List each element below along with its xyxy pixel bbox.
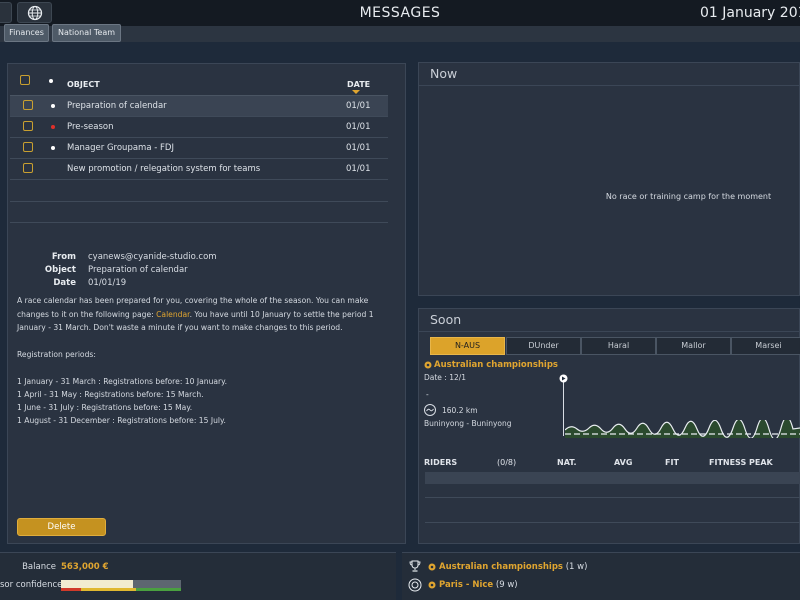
registration-heading: Registration periods:	[17, 350, 96, 359]
scale-high	[136, 588, 181, 591]
fitness-peak-header: FITNESS PEAK	[709, 458, 773, 467]
race-distance: 160.2 km	[442, 406, 478, 415]
registration-period: 1 January - 31 March : Registrations bef…	[17, 377, 227, 386]
message-object: Preparation of calendar	[67, 101, 167, 111]
fit-header: FIT	[665, 458, 679, 467]
upcoming-races-panel	[402, 552, 800, 600]
riders-count: (0/8)	[497, 458, 517, 467]
profile-start-line	[563, 378, 564, 436]
column-header-object[interactable]: OBJECT	[67, 80, 100, 89]
current-date: 01 January 2019	[700, 5, 800, 21]
message-body-paragraph: A race calendar has been prepared for yo…	[17, 294, 402, 335]
upcoming-race-weeks: (1 w)	[565, 562, 588, 572]
empty-row-divider	[10, 201, 388, 202]
message-date: 01/01	[346, 143, 371, 153]
upcoming-race[interactable]: Australian championships (1 w)	[439, 562, 587, 572]
race-tab-n-aus[interactable]: N-AUS	[430, 337, 505, 355]
registration-period: 1 April - 31 May : Registrations before:…	[17, 390, 204, 399]
date-value: 01/01/19	[88, 278, 127, 288]
scale-mid	[81, 588, 136, 591]
race-route: Buninyong - Buninyong	[424, 419, 512, 428]
race-name[interactable]: Australian championships	[434, 360, 558, 370]
column-header-date[interactable]: DATE	[347, 80, 370, 89]
upcoming-race-weeks: (9 w)	[495, 580, 518, 590]
race-date: Date : 12/1	[424, 373, 467, 382]
object-value: Preparation of calendar	[88, 265, 188, 275]
message-date: 01/01	[346, 122, 371, 132]
message-checkbox[interactable]	[23, 163, 33, 173]
page-title: MESSAGES	[359, 5, 441, 21]
message-checkbox[interactable]	[23, 121, 33, 131]
race-info-icon	[428, 581, 436, 589]
rider-row-divider	[425, 497, 800, 498]
upcoming-race[interactable]: Paris - Nice (9 w)	[439, 580, 518, 590]
finance-panel	[0, 552, 396, 600]
balance-label: Balance	[22, 562, 56, 572]
confidence-bar	[61, 580, 181, 588]
race-dash: -	[426, 390, 429, 399]
soon-divider	[418, 331, 800, 332]
race-tab-mallor[interactable]: Mallor	[656, 337, 731, 355]
message-row[interactable]: Preparation of calendar 01/01	[10, 96, 388, 117]
select-all-checkbox[interactable]	[20, 75, 30, 85]
now-empty-message: No race or training camp for the moment	[605, 192, 772, 201]
stage-race-icon	[408, 578, 422, 592]
now-title: Now	[430, 66, 458, 81]
globe-button[interactable]	[17, 2, 52, 23]
message-checkbox[interactable]	[23, 100, 33, 110]
date-label: Date	[53, 278, 76, 288]
nat-header: NAT.	[557, 458, 577, 467]
message-object: Pre-season	[67, 122, 114, 132]
unread-dot	[51, 146, 55, 150]
menu-button[interactable]	[0, 2, 12, 23]
message-row[interactable]: New promotion / relegation system for te…	[10, 159, 388, 180]
message-checkbox[interactable]	[23, 142, 33, 152]
confidence-bar-fill	[61, 580, 133, 588]
object-label: Object	[44, 265, 76, 275]
now-divider	[418, 85, 800, 86]
balance-value: 563,000 €	[61, 562, 109, 572]
unread-dot	[51, 104, 55, 108]
tab-national-team[interactable]: National Team	[52, 24, 121, 42]
sponsor-confidence-label: sor confidence	[0, 580, 63, 590]
trophy-icon	[409, 560, 421, 572]
message-object: New promotion / relegation system for te…	[67, 164, 261, 174]
race-tab-dunder[interactable]: DUnder	[506, 337, 581, 355]
upcoming-race-name: Australian championships	[439, 562, 563, 572]
delete-button[interactable]: Delete	[17, 518, 106, 536]
confidence-scale	[61, 588, 181, 591]
start-marker-icon	[559, 374, 568, 383]
soon-title: Soon	[430, 312, 462, 327]
avg-header: AVG	[614, 458, 633, 467]
rider-row-divider	[425, 522, 800, 523]
message-date: 01/01	[346, 164, 371, 174]
scale-low	[61, 588, 81, 591]
from-label: From	[51, 252, 76, 262]
stage-profile	[565, 420, 800, 438]
message-date: 01/01	[346, 101, 371, 111]
message-object: Manager Groupama - FDJ	[67, 143, 174, 153]
message-row[interactable]: Pre-season 01/01	[10, 117, 388, 138]
registration-period: 1 August - 31 December : Registrations b…	[17, 416, 226, 425]
empty-row-divider	[10, 222, 388, 223]
terrain-icon	[424, 404, 436, 416]
calendar-link[interactable]: Calendar	[156, 310, 189, 319]
riders-header: RIDERS	[424, 458, 458, 467]
upcoming-race-name: Paris - Nice	[439, 580, 494, 590]
tab-finances[interactable]: Finances	[4, 24, 49, 42]
globe-icon	[27, 5, 42, 20]
message-row[interactable]: Manager Groupama - FDJ 01/01	[10, 138, 388, 159]
rider-row[interactable]	[425, 472, 800, 484]
now-panel	[418, 62, 800, 296]
from-value: cyanews@cyanide-studio.com	[88, 252, 217, 262]
race-info-icon	[428, 563, 436, 571]
important-dot	[51, 125, 55, 129]
race-tab-haral[interactable]: Haral	[581, 337, 656, 355]
race-info-icon	[424, 361, 432, 369]
race-tab-marsei[interactable]: Marsei	[731, 337, 800, 355]
registration-period: 1 June - 31 July : Registrations before:…	[17, 403, 193, 412]
read-status-header-dot	[49, 79, 53, 83]
